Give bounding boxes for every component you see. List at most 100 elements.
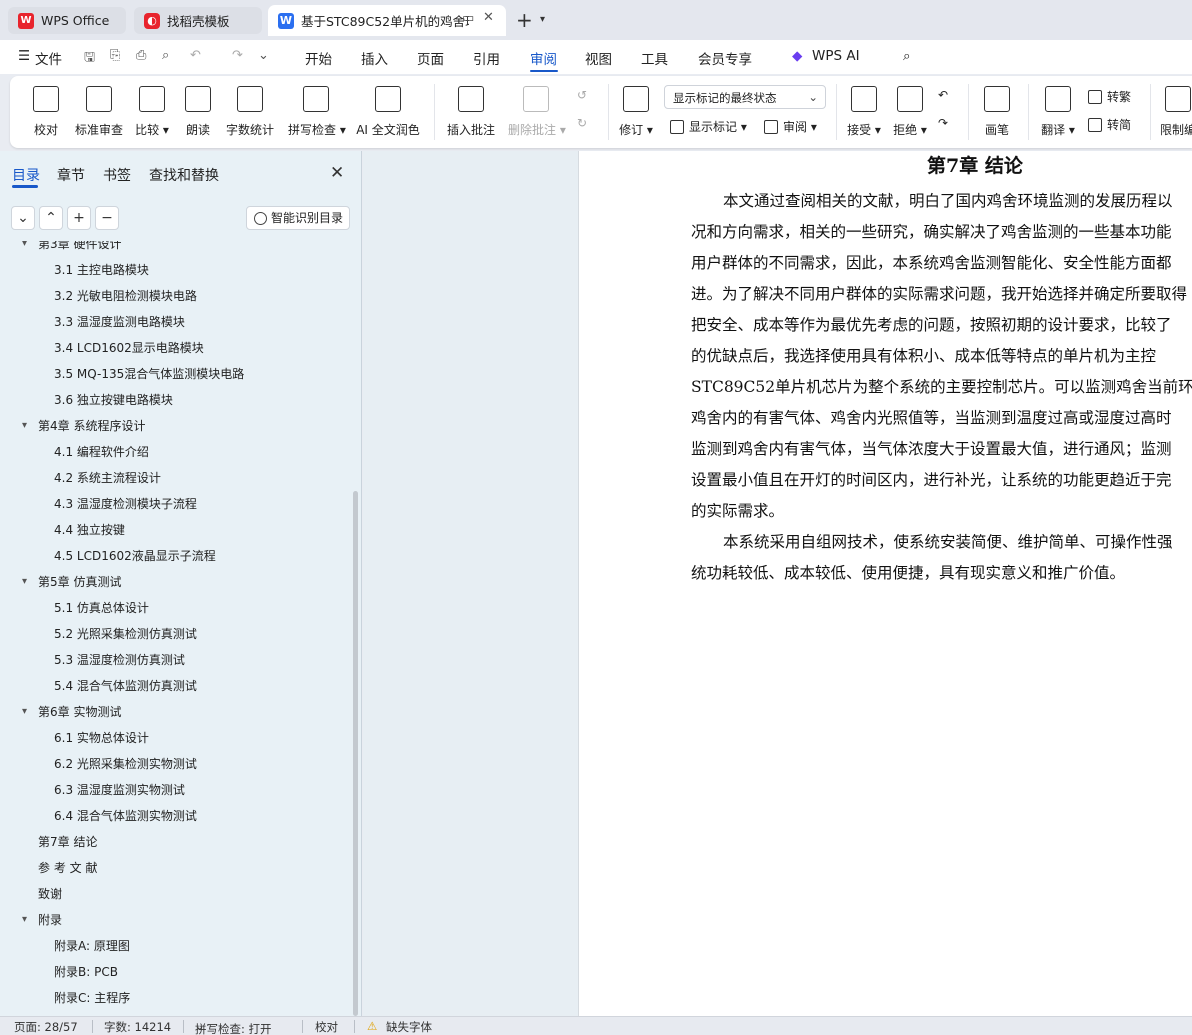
menu-page[interactable]: 页面 <box>417 48 444 68</box>
toc-scrollbar[interactable] <box>353 491 358 1016</box>
toc-item[interactable]: 第4章 系统程序设计 <box>38 413 145 439</box>
smart-toc-button[interactable]: 智能识别目录 <box>246 206 350 230</box>
compare-button[interactable]: 比较 ▾ <box>134 86 170 138</box>
accept-button[interactable]: 接受 ▾ <box>846 86 882 138</box>
toc-item[interactable]: 第6章 实物测试 <box>38 699 121 725</box>
tab-list-chevron-icon[interactable]: ▾ <box>540 14 545 25</box>
menu-tools[interactable]: 工具 <box>641 48 668 68</box>
next-comment-icon[interactable]: ↻ <box>577 116 587 130</box>
toc-item[interactable]: 6.2 光照采集检测实物测试 <box>54 751 197 777</box>
toc-item[interactable]: 5.3 温湿度检测仿真测试 <box>54 647 185 673</box>
toc-item[interactable]: 第3章 硬件设计 <box>38 241 121 257</box>
previous-revision-icon[interactable]: ↶ <box>938 88 948 102</box>
toc-item[interactable]: 4.2 系统主流程设计 <box>54 465 161 491</box>
toc-item[interactable]: 参 考 文 献 <box>38 855 97 881</box>
toc-item[interactable]: 第5章 仿真测试 <box>38 569 121 595</box>
standard-review-button[interactable]: 标准审查 <box>74 86 124 138</box>
ai-proof-button[interactable]: AI 全文润色 <box>356 86 420 138</box>
toc-item[interactable]: 附录B: PCB <box>54 959 118 985</box>
toc-item[interactable]: 6.3 温湿度监测实物测试 <box>54 777 185 803</box>
toc-item[interactable]: 5.2 光照采集检测仿真测试 <box>54 621 197 647</box>
revise-button[interactable]: 修订 ▾ <box>618 86 654 138</box>
save-icon[interactable]: 🖫 <box>84 48 95 70</box>
toc-item[interactable]: 4.5 LCD1602液晶显示子流程 <box>54 543 216 569</box>
add-heading-button[interactable]: + <box>67 206 91 230</box>
menu-view[interactable]: 视图 <box>585 48 612 68</box>
search-icon[interactable]: ⌕ <box>903 48 911 64</box>
spell-check-status[interactable]: 拼写检查: 打开 ⌄ <box>195 1019 272 1035</box>
menu-wps-ai[interactable]: WPS AI <box>812 48 860 64</box>
proof-status[interactable]: 校对 <box>315 1019 338 1035</box>
proofread-button[interactable]: 校对 <box>32 86 60 138</box>
quick-access-chevron-icon[interactable]: ⌄ <box>258 48 269 63</box>
remove-heading-button[interactable]: − <box>95 206 119 230</box>
review-pane-button[interactable]: 审阅 ▾ <box>764 118 817 135</box>
toc-item[interactable]: 4.4 独立按键 <box>54 517 125 543</box>
menu-review[interactable]: 审阅 <box>530 48 557 68</box>
tab-templates[interactable]: ◐ 找稻壳模板 <box>134 7 262 34</box>
tab-bookmarks[interactable]: 书签 <box>103 165 131 185</box>
tab-document[interactable]: W 基于STC89C52单片机的鸡舍环 ▭ ✕ <box>268 5 506 36</box>
tab-find-replace[interactable]: 查找和替换 <box>149 165 219 185</box>
redo-icon[interactable]: ↷ <box>232 48 243 63</box>
toc-item[interactable]: 5.4 混合气体监测仿真测试 <box>54 673 197 699</box>
restrict-edit-button[interactable]: 限制编 <box>1160 86 1192 138</box>
show-markup-button[interactable]: 显示标记 ▾ <box>670 118 747 135</box>
tab-sections[interactable]: 章节 <box>57 165 85 185</box>
spell-check-button[interactable]: 拼写检查 ▾ <box>288 86 346 138</box>
toc-item[interactable]: 致谢 <box>38 881 62 907</box>
menu-reference[interactable]: 引用 <box>473 48 500 68</box>
toc-item[interactable]: 3.1 主控电路模块 <box>54 257 149 283</box>
toc-item[interactable]: 3.3 温湿度监测电路模块 <box>54 309 185 335</box>
toc-item[interactable]: 6.1 实物总体设计 <box>54 725 149 751</box>
toc-item[interactable]: 第7章 结论 <box>38 829 97 855</box>
menu-insert[interactable]: 插入 <box>361 48 388 68</box>
close-icon[interactable]: ✕ <box>330 163 344 183</box>
read-aloud-button[interactable]: 朗读 <box>184 86 212 138</box>
next-revision-icon[interactable]: ↷ <box>938 116 948 130</box>
toc-item[interactable]: 5.1 仿真总体设计 <box>54 595 149 621</box>
menu-member[interactable]: 会员专享 <box>698 48 752 68</box>
tab-toc[interactable]: 目录 <box>12 165 40 185</box>
toc-item[interactable]: 6.4 混合气体监测实物测试 <box>54 803 197 829</box>
expand-all-button[interactable]: ⌄ <box>11 206 35 230</box>
new-tab-icon[interactable]: + <box>516 8 533 32</box>
toc-item[interactable]: 4.3 温湿度检测模块子流程 <box>54 491 197 517</box>
menu-file[interactable]: 文件 <box>35 48 62 68</box>
page-indicator[interactable]: 页面: 28/57 <box>14 1019 78 1035</box>
toc-item[interactable]: 3.2 光敏电阻检测模块电路 <box>54 283 197 309</box>
expand-toggle-icon[interactable]: ▾ <box>22 413 27 439</box>
delete-comment-button[interactable]: 删除批注 ▾ <box>508 86 566 138</box>
word-count-status[interactable]: 字数: 14214 <box>104 1019 171 1035</box>
print-preview-icon[interactable]: ⌕ <box>162 48 169 63</box>
toc-item[interactable]: 附录A: 原理图 <box>54 933 130 959</box>
menu-start[interactable]: 开始 <box>305 48 332 68</box>
toc-item[interactable]: 3.6 独立按键电路模块 <box>54 387 173 413</box>
to-simplified-button[interactable]: 转简 <box>1088 116 1131 133</box>
toc-item[interactable]: 附录C: 主程序 <box>54 985 130 1011</box>
toc-item[interactable]: 3.4 LCD1602显示电路模块 <box>54 335 204 361</box>
missing-font-status[interactable]: 缺失字体 <box>386 1019 432 1035</box>
insert-comment-button[interactable]: 插入批注 <box>446 86 496 138</box>
toc-item[interactable]: 3.5 MQ-135混合气体监测模块电路 <box>54 361 244 387</box>
toc-item[interactable]: 4.1 编程软件介绍 <box>54 439 149 465</box>
collapse-all-button[interactable]: ⌃ <box>39 206 63 230</box>
to-traditional-button[interactable]: 转繁 <box>1088 88 1131 105</box>
close-tab-icon[interactable]: ✕ <box>483 10 494 25</box>
expand-toggle-icon[interactable]: ▾ <box>22 907 27 933</box>
print-icon[interactable]: ⎙ <box>136 48 146 63</box>
expand-toggle-icon[interactable]: ▾ <box>22 699 27 725</box>
previous-comment-icon[interactable]: ↺ <box>577 88 587 102</box>
expand-toggle-icon[interactable]: ▾ <box>22 569 27 595</box>
export-pdf-icon[interactable]: ⎘ <box>110 48 120 63</box>
expand-toggle-icon[interactable]: ▾ <box>22 241 27 257</box>
document-page[interactable]: 第7章 结论 本文通过查阅相关的文献，明白了国内鸡舍环境监测的发展历程以 况和方向… <box>578 151 1192 1016</box>
hamburger-icon[interactable]: ☰ <box>18 48 30 64</box>
toc-item[interactable]: 附录 <box>38 907 62 933</box>
tab-wps-office[interactable]: W WPS Office <box>8 7 126 34</box>
translate-button[interactable]: 翻译 ▾ <box>1040 86 1076 138</box>
word-count-button[interactable]: 字数统计 <box>226 86 274 138</box>
reject-button[interactable]: 拒绝 ▾ <box>892 86 928 138</box>
pen-button[interactable]: 画笔 <box>982 86 1012 138</box>
monitor-icon[interactable]: ▭ <box>462 11 474 26</box>
